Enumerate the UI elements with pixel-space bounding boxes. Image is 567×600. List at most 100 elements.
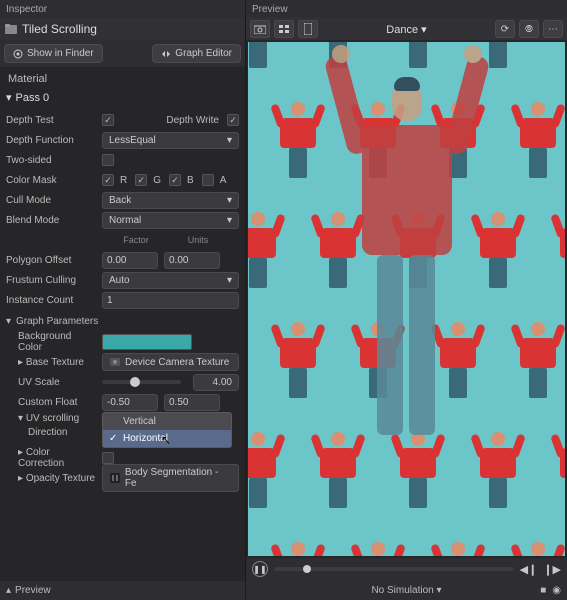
- direction-option-horizontal[interactable]: Horizontal: [103, 430, 231, 447]
- show-in-finder-button[interactable]: Show in Finder: [4, 44, 103, 63]
- graph-editor-label: Graph Editor: [175, 48, 232, 59]
- uv-scrolling-row[interactable]: ▾ UV scrollingDirection: [6, 412, 96, 440]
- graph-parameters-label: Graph Parameters: [16, 316, 98, 327]
- material-section: Material: [0, 67, 245, 87]
- preview-title[interactable]: Dance ▾: [322, 23, 491, 36]
- uv-scale-slider[interactable]: [102, 380, 181, 384]
- asset-buttons: Show in Finder Graph Editor: [0, 40, 245, 67]
- pause-button[interactable]: ❚❚: [252, 561, 268, 577]
- chevron-down-icon: ▾: [437, 585, 442, 596]
- tiled-figure: [428, 542, 488, 556]
- timeline-slider[interactable]: [274, 567, 514, 571]
- pass-properties: Depth Test ✓ Depth Write ✓ Depth Functio…: [0, 108, 245, 312]
- polygon-offset-units-input[interactable]: 0.00: [164, 252, 220, 269]
- polygon-offset-label: Polygon Offset: [6, 255, 96, 266]
- uv-scrolling-label: UV scrolling: [26, 413, 79, 424]
- preview-canvas: // placeholder — figures generated below…: [248, 42, 565, 556]
- inspector-label: Inspector: [6, 4, 47, 15]
- color-correction-row[interactable]: ▸ Color Correction: [6, 447, 96, 469]
- pass-label: Pass 0: [16, 92, 50, 104]
- chevron-right-icon: ▸: [18, 473, 23, 484]
- record-icon[interactable]: ■: [540, 585, 546, 596]
- preview-footer: No Simulation ▾ ■ ◉: [246, 580, 567, 600]
- refresh-icon[interactable]: ⟳: [495, 20, 515, 38]
- polygon-offset-factor-input[interactable]: 0.00: [102, 252, 158, 269]
- tiled-figure: [548, 432, 565, 522]
- chevron-right-icon: ▸: [18, 447, 23, 458]
- depth-function-value: LessEqual: [109, 135, 156, 146]
- camera-icon[interactable]: [250, 20, 270, 38]
- tiled-figure: [388, 42, 448, 82]
- tiled-figure: [248, 212, 288, 302]
- preview-header: Preview: [246, 0, 567, 18]
- timeline-thumb[interactable]: [303, 565, 311, 573]
- depth-test-checkbox[interactable]: ✓: [102, 114, 114, 126]
- step-back-button[interactable]: ◀❙: [520, 563, 538, 576]
- base-texture-row[interactable]: ▸ Base Texture: [6, 357, 96, 368]
- mask-g-label: G: [153, 175, 161, 186]
- pass-header[interactable]: ▾ Pass 0: [0, 87, 245, 108]
- inspector-footer[interactable]: ▴ Preview: [0, 581, 245, 600]
- custom-float-label: Custom Float: [6, 397, 96, 408]
- base-texture-label: Base Texture: [26, 357, 84, 368]
- chevron-down-icon: ▾: [6, 316, 16, 327]
- custom-float-b-input[interactable]: 0.50: [164, 394, 220, 411]
- color-correction-checkbox[interactable]: ✓: [102, 452, 114, 464]
- depth-write-label: Depth Write: [166, 115, 219, 126]
- color-correction-label: Color Correction: [18, 447, 64, 469]
- tiled-figure: [268, 542, 328, 556]
- chevron-down-icon: ▾: [227, 215, 232, 226]
- body-segmentation-label: Body Segmentation - Fe: [125, 467, 232, 489]
- frustum-culling-value: Auto: [109, 275, 130, 286]
- depth-function-select[interactable]: LessEqual ▾: [102, 132, 239, 149]
- depth-function-label: Depth Function: [6, 135, 96, 146]
- base-texture-value[interactable]: Device Camera Texture: [102, 353, 239, 371]
- asset-title: Tiled Scrolling: [22, 22, 97, 36]
- opacity-texture-row[interactable]: ▸ Opacity Texture: [6, 473, 96, 484]
- blend-mode-value: Normal: [109, 215, 141, 226]
- instance-count-input[interactable]: 1: [102, 292, 239, 309]
- mask-g-checkbox[interactable]: ✓: [135, 174, 147, 186]
- tiled-figure: [508, 322, 565, 412]
- chevron-down-icon: ▾: [18, 413, 23, 424]
- two-sided-checkbox[interactable]: ✓: [102, 154, 114, 166]
- opacity-texture-value[interactable]: Body Segmentation - Fe: [102, 464, 239, 492]
- cull-mode-select[interactable]: Back ▾: [102, 192, 239, 209]
- capture-icon[interactable]: ⦾: [519, 20, 539, 38]
- tiled-figure: [348, 542, 408, 556]
- depth-write-checkbox[interactable]: ✓: [227, 114, 239, 126]
- footer-preview-label: Preview: [15, 585, 51, 596]
- step-forward-button[interactable]: ❙▶: [543, 563, 561, 576]
- chevron-right-icon: ▸: [18, 357, 23, 368]
- chevron-down-icon: ▾: [227, 135, 232, 146]
- direction-option-vertical[interactable]: Vertical: [103, 413, 231, 430]
- inspector-panel: Inspector Tiled Scrolling Show in Finder…: [0, 0, 245, 600]
- uv-scale-label: UV Scale: [6, 377, 96, 388]
- device-icon[interactable]: [298, 20, 318, 38]
- grid-icon[interactable]: [274, 20, 294, 38]
- blend-mode-select[interactable]: Normal ▾: [102, 212, 239, 229]
- slider-thumb[interactable]: [130, 377, 140, 387]
- uv-scale-value[interactable]: 4.00: [193, 374, 239, 391]
- inspector-header: Inspector: [0, 0, 245, 18]
- chevron-down-icon: ▴: [6, 585, 11, 596]
- graph-editor-button[interactable]: Graph Editor: [152, 44, 241, 63]
- custom-float-a-input[interactable]: -0.50: [102, 394, 158, 411]
- mask-r-checkbox[interactable]: ✓: [102, 174, 114, 186]
- graph-parameters-body: Background Color ▸ Base Texture Device C…: [0, 330, 245, 490]
- tiled-figure: [248, 42, 288, 82]
- graph-parameters-header[interactable]: ▾ Graph Parameters: [0, 312, 245, 330]
- chevron-down-icon: ▾: [227, 195, 232, 206]
- more-icon[interactable]: ⋯: [543, 20, 563, 38]
- chevron-down-icon: ▾: [421, 24, 427, 36]
- frustum-culling-select[interactable]: Auto ▾: [102, 272, 239, 289]
- background-color-swatch[interactable]: [102, 334, 192, 350]
- no-simulation-dropdown[interactable]: No Simulation ▾: [371, 585, 441, 596]
- factor-header: Factor: [108, 235, 164, 245]
- direction-dropdown[interactable]: Vertical Horizontal ↖: [102, 412, 232, 448]
- mask-a-checkbox[interactable]: ✓: [202, 174, 214, 186]
- background-color-label: Background Color: [6, 331, 96, 353]
- snapshot-icon[interactable]: ◉: [552, 585, 561, 596]
- cull-mode-value: Back: [109, 195, 131, 206]
- mask-b-checkbox[interactable]: ✓: [169, 174, 181, 186]
